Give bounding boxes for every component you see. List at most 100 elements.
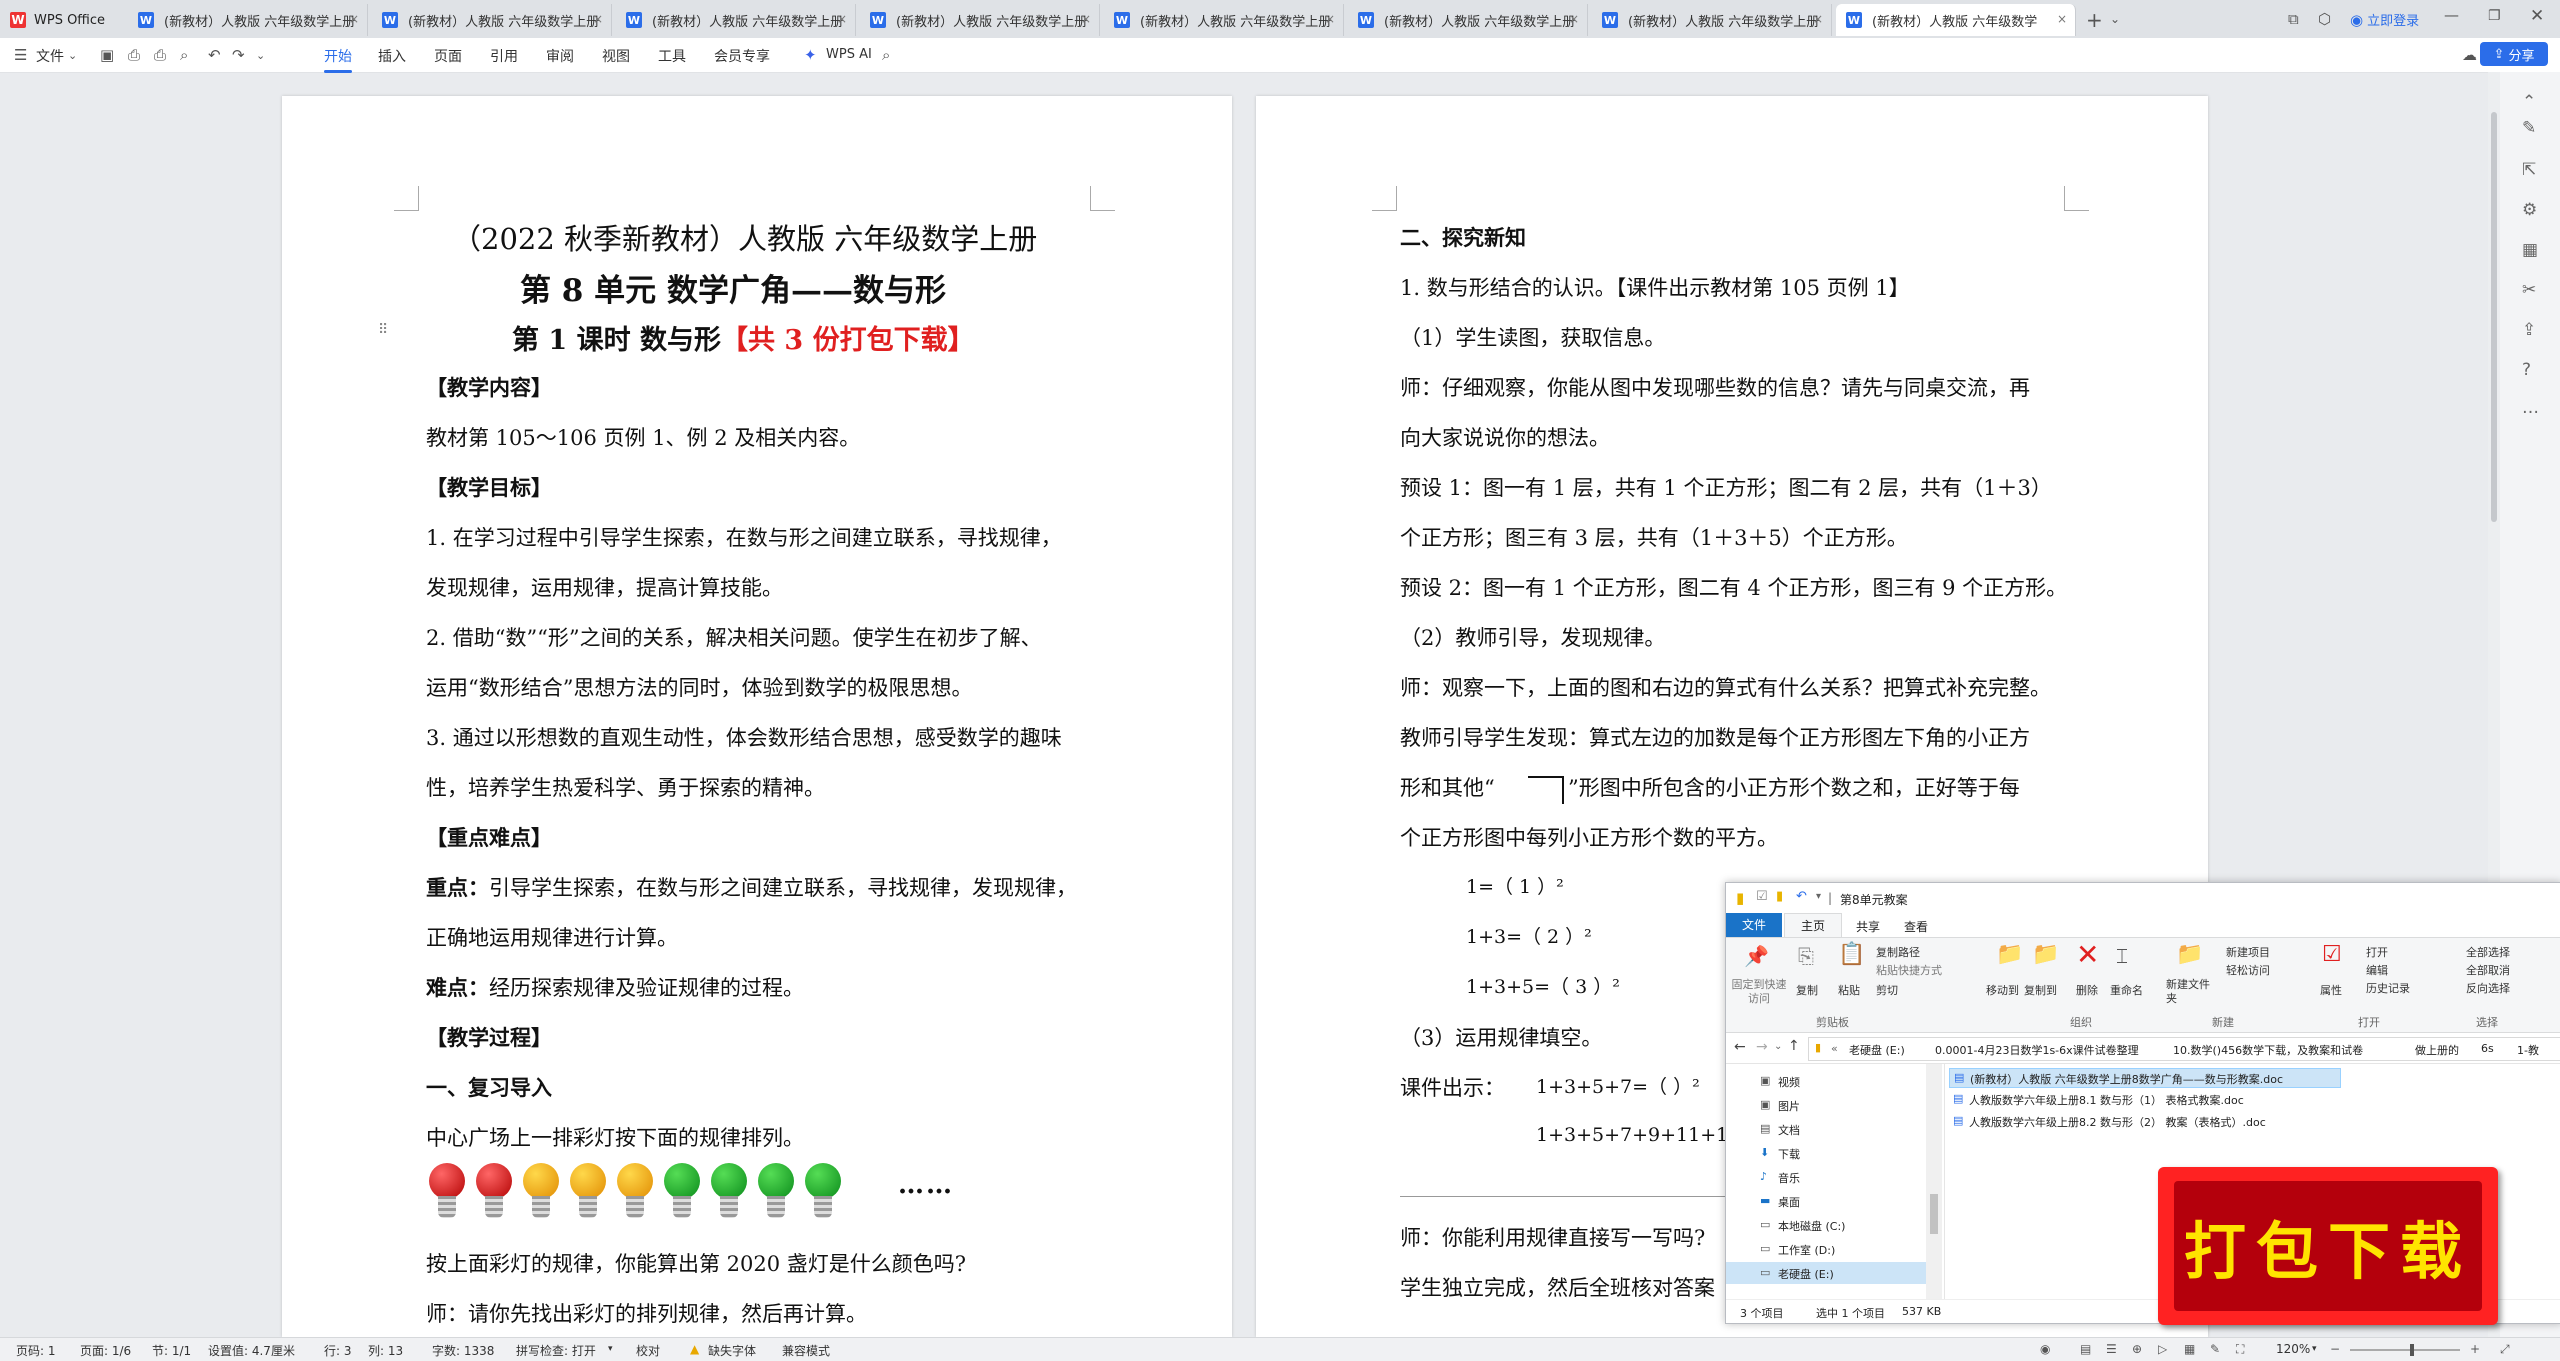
copy-to-button[interactable]: 复制到 (2024, 982, 2057, 998)
word-count[interactable]: 字数: 1338 (432, 1342, 494, 1359)
redo-icon[interactable]: ↷ (232, 46, 245, 64)
rename-icon[interactable]: ⌶ (2116, 944, 2128, 968)
file-item[interactable]: ▤ 人教版数学六年级上册8.2 数与形（2） 教案（表格式）.doc (1949, 1112, 2339, 1130)
skin-icon[interactable]: ⬡ (2318, 10, 2331, 28)
forward-icon[interactable]: → (1756, 1039, 1768, 1055)
tab-reference[interactable]: 引用 (490, 46, 518, 66)
recent-chevron-icon[interactable]: ⌄ (1774, 1041, 1782, 1052)
properties-icon[interactable]: ☑ (1756, 889, 1768, 904)
tab-review[interactable]: 审阅 (546, 46, 574, 66)
document-tab[interactable]: W (新教材）人教版 六年级数学上册 × (616, 4, 856, 36)
cut-button[interactable]: 剪切 (1876, 982, 1898, 998)
document-tab[interactable]: W (新教材）人教版 六年级数学上册 × (1348, 4, 1588, 36)
chevron-down-icon[interactable]: ⌄ (68, 49, 77, 62)
tab-page[interactable]: 页面 (434, 46, 462, 66)
zoom-slider-handle[interactable] (2410, 1344, 2414, 1356)
path-segment[interactable]: 老硬盘 (E:) (1849, 1042, 1905, 1058)
proofread-button[interactable]: 校对 (636, 1342, 660, 1359)
overflow-chevron-icon[interactable]: « (1831, 1042, 1838, 1055)
delete-icon[interactable]: ✕ (2076, 938, 2099, 971)
column-info[interactable]: 列: 13 (368, 1342, 403, 1359)
close-icon[interactable]: × (1325, 12, 1335, 26)
menu-icon[interactable]: ☰ (14, 46, 27, 64)
open-button[interactable]: 打开 (2366, 944, 2388, 960)
play-icon[interactable]: ▷ (2158, 1342, 2167, 1356)
help-icon[interactable]: ? (2522, 360, 2531, 380)
nav-item[interactable]: 本地磁盘 (C:) (1778, 1218, 1845, 1234)
copy-path-button[interactable]: 复制路径 (1876, 944, 1920, 960)
select-all-button[interactable]: 全部选择 (2466, 944, 2510, 960)
back-icon[interactable]: ← (1734, 1039, 1746, 1055)
edit-button[interactable]: 编辑 (2366, 962, 2388, 978)
path-segment[interactable]: 0.0001-4月23日数学1s-6x课件试卷整理 (1935, 1042, 2139, 1058)
spell-check[interactable]: 拼写检查: 打开 (516, 1342, 596, 1359)
document-tab[interactable]: W (新教材）人教版 六年级数学上册 × (372, 4, 612, 36)
tab-start[interactable]: 开始 (324, 46, 352, 73)
nav-item[interactable]: 图片 (1778, 1098, 1800, 1114)
print-preview-icon[interactable]: ⌕ (180, 46, 188, 64)
new-folder-icon[interactable]: ▮ (1776, 889, 1783, 904)
new-tab-icon[interactable]: + (2086, 8, 2103, 32)
page-count[interactable]: 页面: 1/6 (80, 1342, 131, 1359)
nav-item[interactable]: 音乐 (1778, 1170, 1800, 1186)
zoom-in-icon[interactable]: + (2470, 1342, 2480, 1356)
copy-icon[interactable]: ⎘ (1798, 944, 1814, 968)
new-folder-icon[interactable]: 📁 (2176, 942, 2203, 967)
zoom-out-icon[interactable]: − (2330, 1342, 2340, 1356)
tab-view[interactable]: 视图 (602, 46, 630, 66)
copy-button[interactable]: 复制 (1796, 982, 1818, 998)
wps-home-tab[interactable]: W WPS Office (10, 4, 105, 36)
page-view-icon[interactable]: ▤ (2080, 1342, 2091, 1356)
nav-scrollbar[interactable] (1926, 1064, 1942, 1299)
zoom-level[interactable]: 120% (2276, 1342, 2310, 1356)
ribbon-tab-view[interactable]: 查看 (1904, 918, 1928, 935)
close-icon[interactable]: × (1081, 12, 1091, 26)
row-info[interactable]: 行: 3 (324, 1342, 352, 1359)
ribbon-tab-share[interactable]: 共享 (1856, 918, 1880, 935)
close-icon[interactable]: × (2057, 12, 2067, 26)
fit-icon[interactable]: ⛶ (2236, 1342, 2244, 1357)
nav-item-selected[interactable]: ▭ 老硬盘 (E:) (1726, 1262, 1926, 1284)
close-icon[interactable]: × (1569, 12, 1579, 26)
close-icon[interactable]: × (1813, 12, 1823, 26)
section-info[interactable]: 节: 1/1 (152, 1342, 191, 1359)
restore-icon[interactable]: ❐ (2488, 8, 2501, 24)
history-button[interactable]: 历史记录 (2366, 980, 2410, 996)
image-icon[interactable]: ▦ (2522, 240, 2538, 260)
select-icon[interactable]: ⇱ (2522, 160, 2536, 180)
cloud-sync-icon[interactable]: ☁ (2462, 46, 2477, 64)
file-menu[interactable]: 文件 (36, 46, 64, 66)
chevron-up-icon[interactable]: ⌃ (2522, 92, 2536, 112)
new-item-button[interactable]: 新建项目 (2226, 944, 2270, 960)
wps-ai-icon[interactable]: ✦ (804, 46, 817, 64)
delete-button[interactable]: 删除 (2076, 982, 2098, 998)
path-segment[interactable]: 做上册的 (2415, 1042, 2459, 1058)
zoom-slider[interactable] (2350, 1344, 2460, 1356)
nav-item[interactable]: 工作室 (D:) (1778, 1242, 1835, 1258)
nav-item[interactable]: 下载 (1778, 1146, 1800, 1162)
layout-icon[interactable]: ▦ (2184, 1342, 2195, 1356)
document-tab-active[interactable]: W (新教材）人教版 六年级数学 × (1836, 4, 2076, 36)
properties-button[interactable]: 属性 (2320, 982, 2342, 998)
close-icon[interactable]: × (837, 12, 847, 26)
minimize-icon[interactable]: — (2444, 6, 2459, 24)
tab-member[interactable]: 会员专享 (714, 46, 770, 66)
invert-selection-button[interactable]: 反向选择 (2466, 980, 2510, 996)
undo-icon[interactable]: ↶ (1796, 889, 1807, 904)
more-icon[interactable]: … (2522, 398, 2539, 418)
tab-insert[interactable]: 插入 (378, 46, 406, 66)
pen-icon[interactable]: ✎ (2522, 118, 2536, 138)
close-icon[interactable]: × (349, 12, 359, 26)
ribbon-tab-home[interactable]: 主页 (1784, 913, 1842, 938)
zoom-chevron-icon[interactable]: ▾ (2312, 1344, 2317, 1354)
nav-item[interactable]: 文档 (1778, 1122, 1800, 1138)
nav-item[interactable]: 桌面 (1778, 1194, 1800, 1210)
file-item[interactable]: ▤ 人教版数学六年级上册8.1 数与形（1） 表格式教案.doc (1949, 1090, 2339, 1108)
move-to-icon[interactable]: 📁 (1996, 942, 2023, 967)
window-layout-icon[interactable]: ⧉ (2288, 10, 2299, 28)
export-pdf-icon[interactable]: ⎙ (128, 46, 140, 64)
new-folder-button[interactable]: 新建文件夹 (2166, 978, 2216, 1006)
eye-protection-icon[interactable]: ◉ (2040, 1342, 2050, 1356)
up-icon[interactable]: ↑ (1788, 1038, 1800, 1054)
copy-to-icon[interactable]: 📁 (2032, 942, 2059, 967)
